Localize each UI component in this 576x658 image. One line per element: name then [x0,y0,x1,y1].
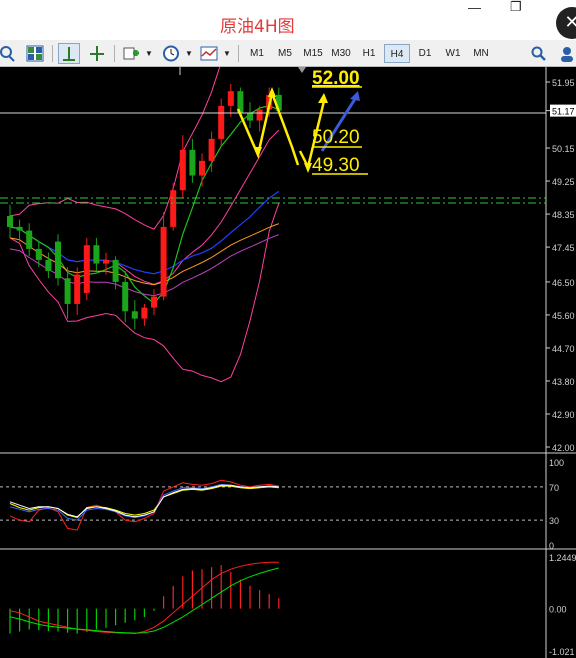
account-icon[interactable] [556,43,576,64]
tile-windows-icon[interactable] [24,43,46,64]
price-tick-label: 42.00 [552,443,575,453]
bear-candle [131,311,138,319]
bear-candle [64,278,71,304]
chart-canvas[interactable]: 52.00 50.20 49.30 51.95 51.17 50.15 49.25 48… [0,67,576,658]
bull-candle [199,160,205,176]
bear-candle [7,215,13,227]
mid-level-label: 50.20 [312,127,360,148]
price-tick-label: 43.80 [552,377,575,387]
price-tick-label: 45.60 [552,311,575,321]
timeframe-m30[interactable]: M30 [328,44,354,63]
timeframe-h4[interactable]: H4 [384,44,410,63]
bull-candle [141,307,148,319]
target-level-label: 52.00 [312,68,360,89]
bear-candle [16,226,23,231]
timeframe-d1[interactable]: D1 [412,44,438,63]
bear-candle [35,248,42,260]
bull-candle [227,91,234,106]
indicators-dropdown-icon[interactable]: ▼ [144,43,154,64]
price-tick-label: 42.90 [552,410,575,420]
timeframe-mn[interactable]: MN [468,44,494,63]
zoom-icon[interactable] [0,43,18,64]
price-tick-label: 51.95 [552,78,575,88]
rsi-axis-label: 30 [549,516,559,526]
bear-candle [45,259,52,271]
price-tick-label: 51.17 [552,107,575,117]
templates-dropdown-icon[interactable]: ▼ [222,43,232,64]
price-tick-label: 48.35 [552,210,575,220]
restore-button[interactable]: ❐ [510,0,522,15]
toolbar-separator [52,45,53,62]
timeframe-w1[interactable]: W1 [440,44,466,63]
bull-candle [218,105,225,139]
bear-candle [55,241,61,279]
bull-candle [160,226,167,297]
periods-dropdown-icon[interactable]: ▼ [184,43,194,64]
minimize-button[interactable]: — [468,0,481,15]
chart-window-title: 原油4H图 [220,17,295,37]
bull-candle [103,259,109,264]
bull-candle [256,109,263,121]
bear-candle [93,245,100,264]
toolbar-separator [114,45,115,62]
toolbar: ▼ ▼ ▼ M1 M5 M15 M30 H1 H4 D1 W1 MN [0,40,576,67]
toolbar-separator [238,45,239,62]
rsi-axis-label: 100 [549,458,564,468]
bull-candle [83,245,90,293]
macd-axis-label: -1.021 [549,647,575,657]
price-tick-label: 49.25 [552,177,575,187]
window-titlebar: 原油4H图 — ❐ ✕ [0,0,576,40]
bear-candle [122,281,129,312]
bear-candle [247,113,253,121]
bull-candle [208,138,215,161]
macd-axis-label: 0.00 [549,605,567,615]
bull-candle [151,296,157,308]
timeframe-m1[interactable]: M1 [244,44,270,63]
clock-icon[interactable] [160,43,182,64]
price-tick-label: 50.15 [552,144,575,154]
price-tick-label: 46.50 [552,278,575,288]
crosshair-icon[interactable] [86,43,108,64]
indicators-icon[interactable] [120,43,142,64]
price-tick-label: 44.70 [552,344,575,354]
timeframe-m5[interactable]: M5 [272,44,298,63]
bear-candle [112,259,119,282]
bear-candle [26,230,33,249]
bull-candle [170,190,177,227]
bull-candle [74,274,81,304]
cursor-icon[interactable] [58,43,80,64]
rsi-axis-label: 0 [549,541,554,551]
bear-candle [189,149,196,176]
low-level-label: 49.30 [312,155,360,176]
timeframe-m15[interactable]: M15 [300,44,326,63]
templates-icon[interactable] [198,43,220,64]
search-icon[interactable] [528,43,550,64]
close-button[interactable]: ✕ [556,7,576,39]
macd-axis-label: 1.2449 [549,553,576,563]
price-tick-label: 47.45 [552,243,575,253]
timeframe-h1[interactable]: H1 [356,44,382,63]
bull-candle [179,149,186,191]
rsi-axis-label: 70 [549,483,559,493]
